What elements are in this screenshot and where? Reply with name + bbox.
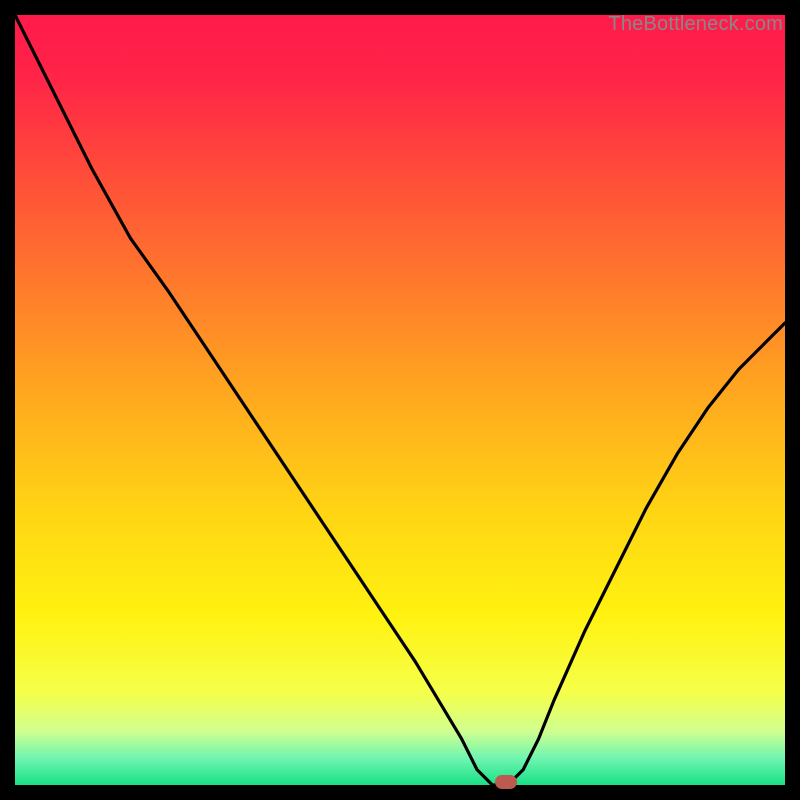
optimal-point-marker	[495, 775, 517, 789]
watermark-text: TheBottleneck.com	[608, 13, 783, 36]
chart-frame: TheBottleneck.com	[15, 15, 785, 785]
chart-plot	[15, 15, 785, 785]
chart-background	[15, 15, 785, 785]
